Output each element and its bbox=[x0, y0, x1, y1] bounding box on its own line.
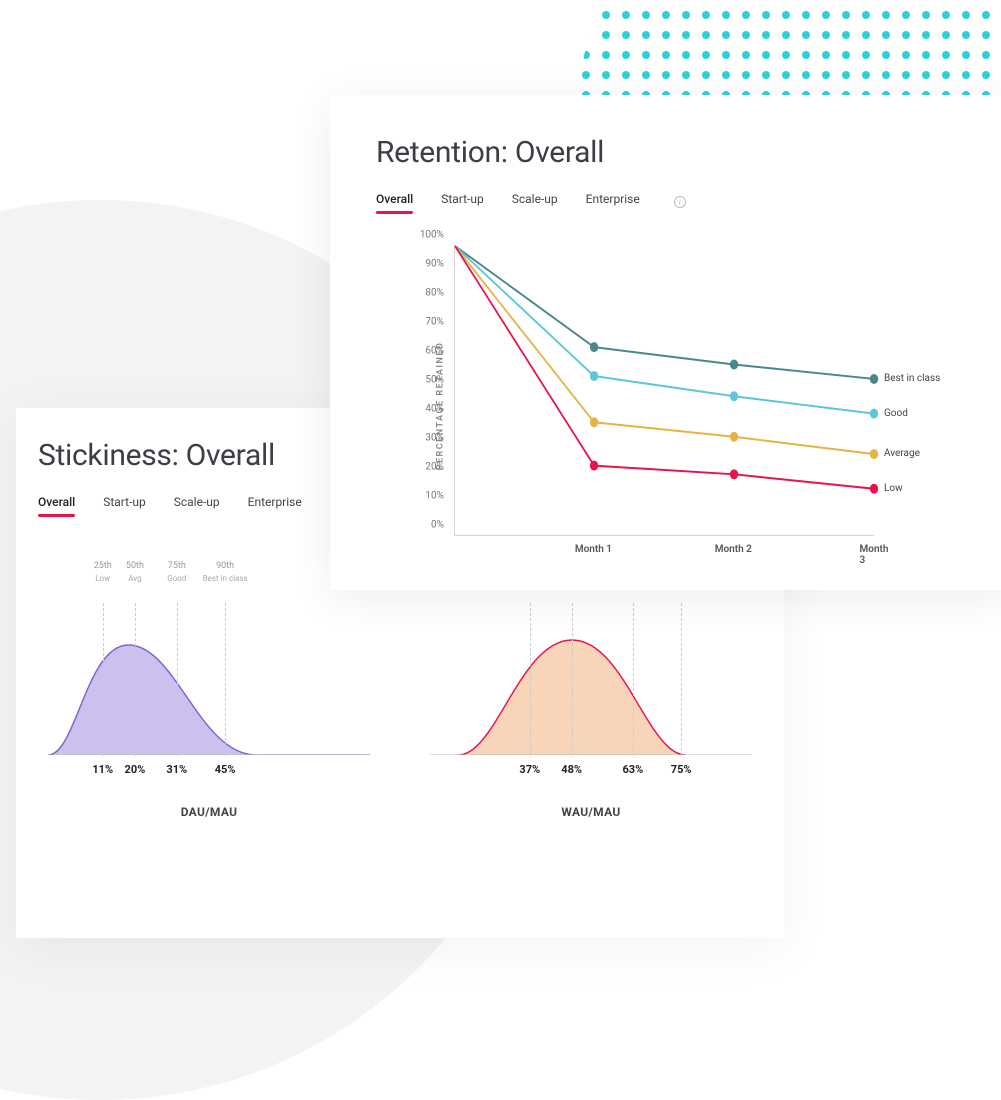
x-ticks: Month 1 Month 2 Month 3 bbox=[454, 536, 874, 566]
dau-p90: 45% bbox=[215, 763, 236, 776]
dau-title: DAU/MAU bbox=[48, 805, 370, 819]
wau-curve bbox=[430, 605, 752, 755]
dau-p25: 11% bbox=[92, 763, 113, 776]
tab-startup[interactable]: Start-up bbox=[441, 192, 484, 212]
retention-tabs: Overall Start-up Scale-up Enterprise i bbox=[376, 192, 964, 212]
plot-area: Best in class Good Average Low bbox=[454, 246, 874, 536]
p25-header: 25th bbox=[94, 561, 112, 571]
wau-p75: 63% bbox=[622, 763, 643, 776]
y-ticks: 0% 10% 20% 30% 40% 50% 60% 70% 80% 90% 1… bbox=[414, 246, 450, 536]
tab-startup[interactable]: Start-up bbox=[103, 495, 146, 515]
info-icon[interactable]: i bbox=[674, 196, 686, 208]
legend-good: Good bbox=[884, 408, 908, 419]
wau-p25: 37% bbox=[519, 763, 540, 776]
p50-header: 50th bbox=[126, 561, 144, 571]
retention-title: Retention: Overall bbox=[376, 135, 964, 170]
wau-p90: 75% bbox=[671, 763, 692, 776]
tab-scaleup[interactable]: Scale-up bbox=[174, 495, 220, 515]
tab-overall[interactable]: Overall bbox=[38, 495, 75, 515]
tab-enterprise[interactable]: Enterprise bbox=[586, 192, 640, 212]
legend-low: Low bbox=[884, 483, 903, 494]
retention-card: Retention: Overall Overall Start-up Scal… bbox=[330, 95, 1001, 590]
tab-overall[interactable]: Overall bbox=[376, 192, 413, 212]
dau-curve bbox=[48, 605, 370, 755]
stickiness-distributions: 25th Low 50th Avg 75th Good 90th Best in… bbox=[38, 605, 762, 819]
dau-mau-chart: 25th Low 50th Avg 75th Good 90th Best in… bbox=[48, 605, 370, 819]
legend-best: Best in class bbox=[884, 373, 940, 384]
wau-mau-chart: 25th Low 50th Avg 75th Good 90th Best in… bbox=[430, 605, 752, 819]
wau-p50: 48% bbox=[561, 763, 582, 776]
dau-p50: 20% bbox=[125, 763, 146, 776]
wau-title: WAU/MAU bbox=[430, 805, 752, 819]
tab-enterprise[interactable]: Enterprise bbox=[248, 495, 302, 515]
dau-p75: 31% bbox=[166, 763, 187, 776]
legend-average: Average bbox=[884, 448, 920, 459]
tab-scaleup[interactable]: Scale-up bbox=[512, 192, 558, 212]
p90-header: 90th bbox=[216, 561, 234, 571]
retention-line-chart: PERCENTAGE RETAINED 0% 10% 20% 30% 40% 5… bbox=[414, 246, 964, 566]
p75-header: 75th bbox=[168, 561, 186, 571]
